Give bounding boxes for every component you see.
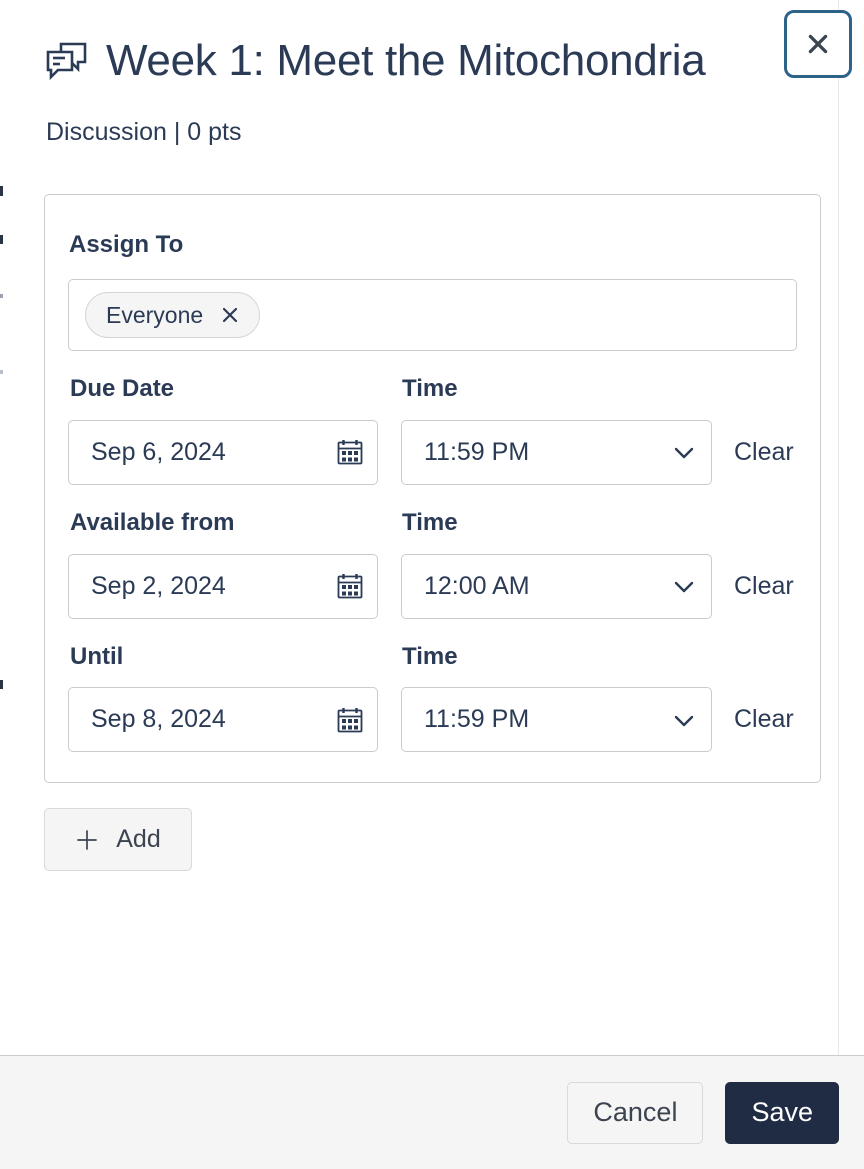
close-button[interactable]: [784, 10, 852, 78]
until-date-value: Sep 8, 2024: [91, 705, 226, 734]
assignee-token-label: Everyone: [106, 301, 204, 328]
clear-due-date-link[interactable]: Clear: [734, 438, 794, 467]
scroll-track[interactable]: [838, 0, 839, 1055]
clear-until-link[interactable]: Clear: [734, 705, 794, 734]
clear-available-from-link[interactable]: Clear: [734, 572, 794, 601]
available-from-date-value: Sep 2, 2024: [91, 571, 226, 600]
due-time-input[interactable]: 11:59 PM: [401, 419, 712, 485]
add-button[interactable]: Add: [44, 808, 192, 872]
plus-icon: [75, 828, 99, 852]
until-label: Until: [70, 642, 124, 670]
calendar-icon[interactable]: [323, 688, 377, 751]
until-date-input[interactable]: Sep 8, 2024: [68, 687, 378, 753]
assign-to-input[interactable]: Everyone: [68, 279, 797, 352]
chevron-down-icon[interactable]: [657, 555, 711, 618]
available-from-time-value: 12:00 AM: [424, 571, 530, 600]
until-row: Until Time Sep 8, 2024 11:59 PM Clear: [68, 643, 797, 753]
calendar-icon[interactable]: [323, 555, 377, 618]
modal-footer: Cancel Save: [0, 1055, 864, 1169]
due-date-label: Due Date: [70, 375, 175, 403]
close-icon: [805, 31, 831, 57]
available-from-fields: Sep 2, 2024 12:00 AM Clear: [68, 553, 797, 619]
modal-header: Week 1: Meet the Mitochondria Discussion…: [0, 0, 864, 147]
due-time-label: Time: [402, 375, 458, 403]
modal-body: Week 1: Meet the Mitochondria Discussion…: [0, 0, 864, 1055]
due-time-value: 11:59 PM: [424, 437, 530, 466]
calendar-icon[interactable]: [323, 421, 377, 484]
assign-to-label: Assign To: [69, 231, 184, 259]
until-time-input[interactable]: 11:59 PM: [401, 687, 712, 753]
title-row: Week 1: Meet the Mitochondria: [44, 36, 820, 85]
due-date-row: Due Date Time Sep 6, 2024 11:59 PM Clear: [68, 375, 797, 485]
discussion-icon: [44, 38, 90, 84]
available-from-time-input[interactable]: 12:00 AM: [401, 553, 712, 619]
until-labels: Until Time: [68, 643, 797, 672]
save-button[interactable]: Save: [725, 1081, 839, 1144]
available-from-label: Available from: [70, 508, 235, 536]
until-time-value: 11:59 PM: [424, 705, 530, 734]
available-from-row: Available from Time Sep 2, 2024 12:00 AM…: [68, 509, 797, 619]
cancel-button[interactable]: Cancel: [567, 1081, 704, 1144]
assign-to-card: Assign To Everyone Due Date Time Sep 6, …: [44, 194, 821, 784]
due-date-input[interactable]: Sep 6, 2024: [68, 419, 378, 485]
due-date-labels: Due Date Time: [68, 375, 797, 404]
due-date-value: Sep 6, 2024: [91, 437, 226, 466]
add-button-label: Add: [116, 825, 161, 854]
page-title: Week 1: Meet the Mitochondria: [106, 36, 706, 85]
until-fields: Sep 8, 2024 11:59 PM Clear: [68, 687, 797, 753]
assign-to-modal: Week 1: Meet the Mitochondria Discussion…: [0, 0, 864, 1169]
chevron-down-icon[interactable]: [657, 421, 711, 484]
available-from-date-input[interactable]: Sep 2, 2024: [68, 553, 378, 619]
due-date-fields: Sep 6, 2024 11:59 PM Clear: [68, 419, 797, 485]
available-from-labels: Available from Time: [68, 509, 797, 538]
assignee-token[interactable]: Everyone: [85, 292, 261, 339]
x-icon[interactable]: [219, 304, 241, 326]
modal-subtitle: Discussion | 0 pts: [46, 118, 242, 147]
available-from-time-label: Time: [402, 508, 458, 536]
until-time-label: Time: [402, 642, 458, 670]
chevron-down-icon[interactable]: [657, 688, 711, 751]
